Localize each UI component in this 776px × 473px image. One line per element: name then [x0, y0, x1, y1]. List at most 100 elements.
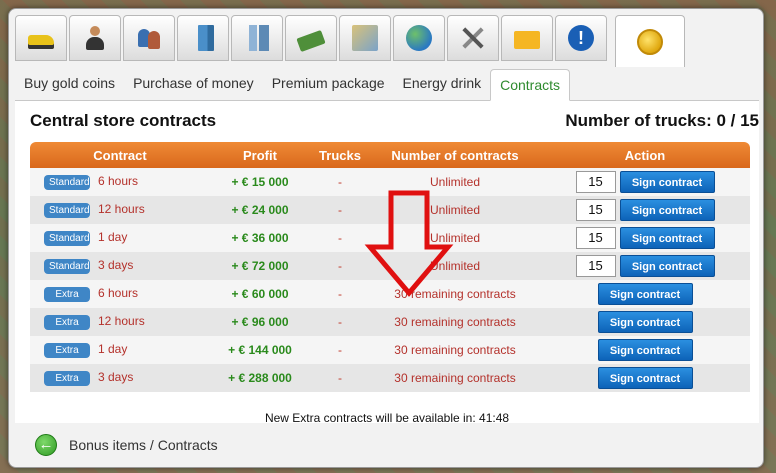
tab-purchase-of-money[interactable]: Purchase of money [124, 68, 263, 100]
tab-map[interactable] [339, 15, 391, 61]
breadcrumb: ← Bonus items / Contracts [35, 433, 218, 457]
sign-contract-button[interactable]: Sign contract [619, 199, 715, 221]
contract-trucks: - [310, 196, 370, 224]
tab-building[interactable] [177, 15, 229, 61]
contract-profit: + € 60 000 [210, 280, 310, 308]
contract-type-badge: Standard [44, 203, 90, 218]
contract-duration: 6 hours [98, 174, 139, 188]
contract-trucks: - [310, 336, 370, 364]
contract-type-badge: Standard [44, 175, 90, 190]
tab-manager[interactable] [69, 15, 121, 61]
tab-contracts[interactable]: Contracts [490, 69, 571, 101]
title-row: Central store contracts Number of trucks… [30, 111, 759, 131]
contract-count: Unlimited [370, 252, 540, 280]
header-contract: Contract [30, 142, 210, 168]
page-title: Central store contracts [30, 111, 217, 130]
globe-icon [406, 25, 432, 51]
table-row: Extra 6 hours + € 60 000 - 30 remaining c… [30, 280, 750, 308]
building-icon [197, 25, 214, 51]
contract-trucks: - [310, 168, 370, 196]
truck-quantity-input[interactable]: 15 [575, 227, 616, 249]
contract-duration: 1 day [98, 342, 128, 356]
sign-contract-button[interactable]: Sign contract [619, 171, 715, 193]
info-icon: ! [568, 25, 594, 51]
table-row: Standard 1 day + € 36 000 - Unlimited 15 S… [30, 224, 750, 252]
header-number-of-contracts: Number of contracts [370, 142, 540, 168]
back-arrow-icon[interactable]: ← [35, 434, 57, 456]
sign-contract-button[interactable]: Sign contract [619, 255, 715, 277]
sign-contract-button[interactable]: Sign contract [619, 227, 715, 249]
contract-duration: 1 day [98, 230, 128, 244]
contract-duration: 3 days [98, 258, 134, 272]
contract-trucks: - [310, 252, 370, 280]
contract-count: Unlimited [370, 196, 540, 224]
contract-type-badge: Standard [44, 231, 90, 246]
sign-contract-button[interactable]: Sign contract [597, 367, 693, 389]
contract-profit: + € 36 000 [210, 224, 310, 252]
contract-profit: + € 144 000 [210, 336, 310, 364]
contract-type-badge: Extra [44, 343, 90, 358]
table-row: Extra 3 days + € 288 000 - 30 remaining c… [30, 364, 750, 392]
contract-duration: 3 days [98, 370, 134, 384]
tab-money[interactable] [285, 15, 337, 61]
contract-duration: 12 hours [98, 202, 145, 216]
businessman-icon [82, 25, 108, 51]
map-icon [352, 25, 378, 51]
contract-type-badge: Extra [44, 315, 90, 330]
contract-profit: + € 288 000 [210, 364, 310, 392]
contract-count: 30 remaining contracts [370, 308, 540, 336]
icon-tab-bar: ! [15, 15, 759, 67]
gold-coin-icon [637, 28, 663, 55]
contract-count: 30 remaining contracts [370, 280, 540, 308]
tab-towers[interactable] [231, 15, 283, 61]
contract-profit: + € 72 000 [210, 252, 310, 280]
contract-trucks: - [310, 364, 370, 392]
tab-info[interactable]: ! [555, 15, 607, 61]
trucks-count: Number of trucks: 0 / 15 [565, 111, 759, 130]
sign-contract-button[interactable]: Sign contract [597, 283, 693, 305]
contract-duration: 6 hours [98, 286, 139, 300]
truck-quantity-input[interactable]: 15 [575, 199, 616, 221]
sign-contract-button[interactable]: Sign contract [597, 311, 693, 333]
table-row: Standard 3 days + € 72 000 - Unlimited 15… [30, 252, 750, 280]
tab-energy-drink[interactable]: Energy drink [394, 68, 491, 100]
table-header-row: Contract Profit Trucks Number of contrac… [30, 142, 750, 168]
tab-mail[interactable] [501, 15, 553, 61]
table-row: Standard 12 hours + € 24 000 - Unlimited … [30, 196, 750, 224]
contract-trucks: - [310, 280, 370, 308]
tab-globe[interactable] [393, 15, 445, 61]
contract-count: Unlimited [370, 168, 540, 196]
contract-profit: + € 15 000 [210, 168, 310, 196]
header-profit: Profit [210, 142, 310, 168]
extra-contracts-timer: New Extra contracts will be available in… [264, 411, 510, 425]
tab-premium-package[interactable]: Premium package [263, 68, 394, 100]
tab-tools[interactable] [447, 15, 499, 61]
table-row: Extra 1 day + € 144 000 - 30 remaining co… [30, 336, 750, 364]
contract-trucks: - [310, 308, 370, 336]
truck-quantity-input[interactable]: 15 [575, 255, 616, 277]
tab-gold-coins[interactable] [615, 15, 685, 67]
tab-employees[interactable] [123, 15, 175, 61]
header-action: Action [540, 142, 750, 168]
sub-tab-bar: Buy gold coins Purchase of money Premium… [15, 67, 759, 101]
sign-contract-button[interactable]: Sign contract [597, 339, 693, 361]
contract-count: 30 remaining contracts [370, 364, 540, 392]
contract-type-badge: Extra [44, 371, 90, 386]
truck-quantity-input[interactable]: 15 [575, 171, 616, 193]
towers-icon [248, 25, 269, 51]
contract-type-badge: Extra [44, 287, 90, 302]
contract-type-badge: Standard [44, 259, 90, 274]
header-trucks: Trucks [310, 142, 370, 168]
bulldozer-icon [28, 35, 54, 49]
tab-buy-gold-coins[interactable]: Buy gold coins [15, 68, 124, 100]
employees-icon [136, 25, 162, 51]
table-row: Standard 6 hours + € 15 000 - Unlimited 1… [30, 168, 750, 196]
mail-icon [514, 31, 540, 49]
money-icon [296, 29, 326, 53]
contracts-panel: Central store contracts Number of trucks… [15, 101, 759, 425]
contract-profit: + € 24 000 [210, 196, 310, 224]
contracts-table: Contract Profit Trucks Number of contrac… [30, 142, 750, 392]
contract-trucks: - [310, 224, 370, 252]
contract-profit: + € 96 000 [210, 308, 310, 336]
tab-construction[interactable] [15, 15, 67, 61]
